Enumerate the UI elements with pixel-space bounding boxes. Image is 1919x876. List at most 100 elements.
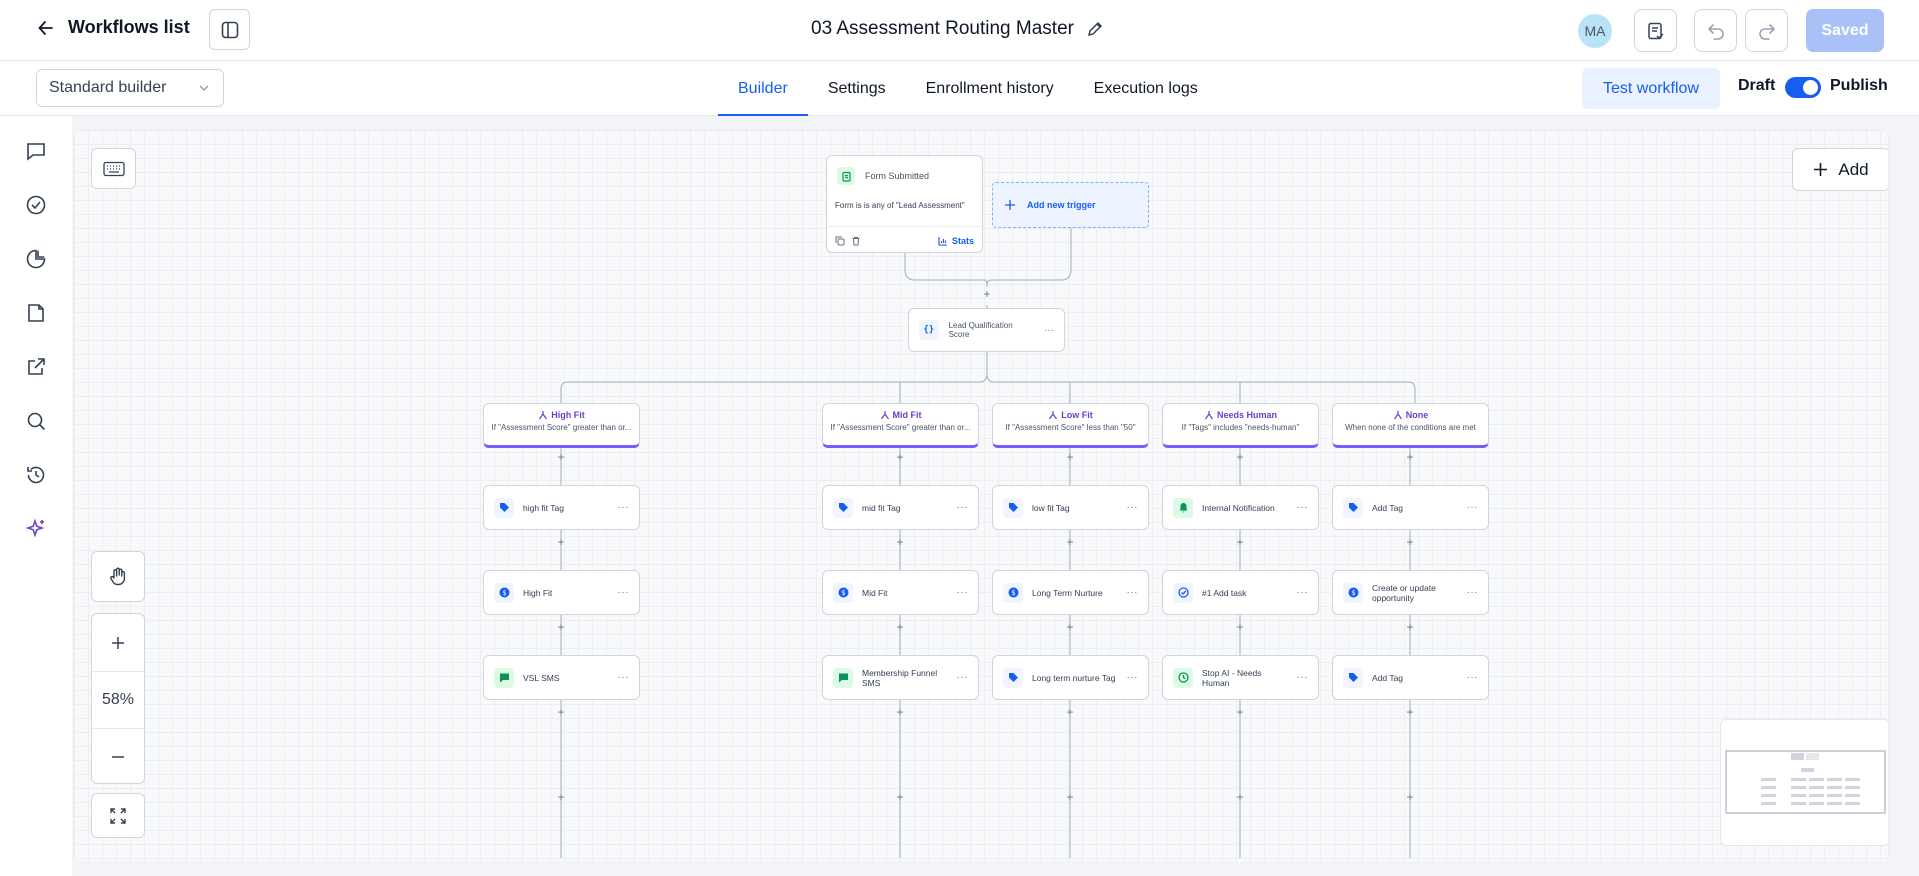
add-step-button[interactable]: + <box>555 536 567 548</box>
add-step-button[interactable]: + <box>1064 621 1076 633</box>
zoom-in-button[interactable] <box>92 614 144 671</box>
tab-enrollment-history[interactable]: Enrollment history <box>906 61 1074 116</box>
more-options-icon[interactable]: ··· <box>1127 587 1139 598</box>
add-step-button[interactable]: + <box>894 621 906 633</box>
add-step-button[interactable]: + <box>1234 621 1246 633</box>
trash-icon[interactable] <box>851 236 861 246</box>
add-step-button[interactable]: + <box>894 451 906 463</box>
undo-button[interactable] <box>1694 9 1737 52</box>
more-options-icon[interactable]: ··· <box>957 587 969 598</box>
add-node-button[interactable]: Add <box>1792 148 1888 191</box>
add-step-button[interactable]: + <box>1404 791 1416 803</box>
publish-toggle[interactable] <box>1785 77 1821 98</box>
action-node[interactable]: Stop AI - Needs Human ··· <box>1162 655 1319 700</box>
add-step-button[interactable]: + <box>1064 791 1076 803</box>
add-step-button[interactable]: + <box>894 706 906 718</box>
saved-button[interactable]: Saved <box>1806 9 1884 52</box>
add-step-button[interactable]: + <box>1064 451 1076 463</box>
add-step-button[interactable]: + <box>1404 536 1416 548</box>
more-options-icon[interactable]: ··· <box>1127 672 1139 683</box>
more-options-icon[interactable]: ··· <box>1297 672 1309 683</box>
more-options-icon[interactable]: ··· <box>1044 325 1054 336</box>
fit-view-button[interactable] <box>91 793 145 838</box>
more-options-icon[interactable]: ··· <box>618 587 630 598</box>
action-node[interactable]: VSL SMS ··· <box>483 655 640 700</box>
add-step-button[interactable]: + <box>1064 706 1076 718</box>
add-step-button[interactable]: + <box>894 791 906 803</box>
search-icon[interactable] <box>24 409 48 433</box>
back-to-workflows-link[interactable]: Workflows list <box>36 17 190 38</box>
add-step-button[interactable]: + <box>1404 621 1416 633</box>
pie-chart-icon[interactable] <box>24 247 48 271</box>
add-step-button[interactable]: + <box>1234 536 1246 548</box>
add-step-button[interactable]: + <box>894 536 906 548</box>
branch-needs-human[interactable]: Needs Human If "Tags" includes "needs-hu… <box>1162 403 1319 448</box>
more-options-icon[interactable]: ··· <box>1467 672 1479 683</box>
add-step-button[interactable]: + <box>1234 706 1246 718</box>
action-node[interactable]: high fit Tag ··· <box>483 485 640 530</box>
trigger-node-form-submitted[interactable]: Form Submitted Form is is any of "Lead A… <box>826 155 983 253</box>
copy-icon[interactable] <box>835 236 845 246</box>
workflow-tabs: Builder Settings Enrollment history Exec… <box>718 61 1218 116</box>
history-icon[interactable] <box>24 463 48 487</box>
add-step-button[interactable]: + <box>1234 791 1246 803</box>
chat-icon[interactable] <box>24 139 48 163</box>
action-node[interactable]: Long term nurture Tag ··· <box>992 655 1149 700</box>
more-options-icon[interactable]: ··· <box>957 502 969 513</box>
action-node[interactable]: $ Long Term Nurture ··· <box>992 570 1149 615</box>
keyboard-shortcuts-button[interactable] <box>91 148 136 189</box>
action-node[interactable]: Add Tag ··· <box>1332 655 1489 700</box>
action-node[interactable]: $ Create or update opportunity ··· <box>1332 570 1489 615</box>
add-step-button[interactable]: + <box>1064 536 1076 548</box>
add-step-button[interactable]: + <box>555 791 567 803</box>
tab-settings[interactable]: Settings <box>808 61 906 116</box>
more-options-icon[interactable]: ··· <box>1297 587 1309 598</box>
test-workflow-button[interactable]: Test workflow <box>1582 68 1720 109</box>
more-options-icon[interactable]: ··· <box>1467 502 1479 513</box>
add-step-button[interactable]: + <box>555 451 567 463</box>
action-node[interactable]: Membership Funnel SMS ··· <box>822 655 979 700</box>
add-new-trigger-button[interactable]: Add new trigger <box>992 182 1149 228</box>
branch-none[interactable]: None When none of the conditions are met <box>1332 403 1489 448</box>
tab-builder[interactable]: Builder <box>718 61 808 116</box>
more-options-icon[interactable]: ··· <box>1297 502 1309 513</box>
sparkle-icon[interactable] <box>24 517 48 541</box>
pan-tool-button[interactable] <box>91 551 145 602</box>
external-link-icon[interactable] <box>24 355 48 379</box>
stats-link[interactable]: Stats <box>938 236 974 246</box>
pencil-icon[interactable] <box>1086 20 1104 38</box>
more-options-icon[interactable]: ··· <box>1127 502 1139 513</box>
action-node[interactable]: Add Tag ··· <box>1332 485 1489 530</box>
minimap[interactable] <box>1720 719 1888 846</box>
action-node[interactable]: #1 Add task ··· <box>1162 570 1319 615</box>
tab-execution-logs[interactable]: Execution logs <box>1074 61 1218 116</box>
add-step-button[interactable]: + <box>555 621 567 633</box>
more-options-icon[interactable]: ··· <box>957 672 969 683</box>
action-node[interactable]: low fit Tag ··· <box>992 485 1149 530</box>
sidebar-toggle-button[interactable] <box>209 9 250 50</box>
add-step-button[interactable]: + <box>1404 451 1416 463</box>
zoom-out-button[interactable] <box>92 728 144 785</box>
document-icon[interactable] <box>24 301 48 325</box>
branch-mid-fit[interactable]: Mid Fit If "Assessment Score" greater th… <box>822 403 979 448</box>
action-node[interactable]: mid fit Tag ··· <box>822 485 979 530</box>
add-step-button[interactable]: + <box>1404 706 1416 718</box>
action-node[interactable]: $ High Fit ··· <box>483 570 640 615</box>
version-history-button[interactable] <box>1634 9 1677 52</box>
action-node[interactable]: Internal Notification ··· <box>1162 485 1319 530</box>
add-step-button[interactable]: + <box>1234 451 1246 463</box>
add-step-button[interactable]: + <box>555 706 567 718</box>
workflow-canvas[interactable]: 58% Add Form Submitted Form is is any of… <box>73 129 1889 863</box>
more-options-icon[interactable]: ··· <box>618 502 630 513</box>
avatar[interactable]: MA <box>1578 14 1612 48</box>
builder-mode-select[interactable]: Standard builder <box>36 69 224 107</box>
check-circle-icon[interactable] <box>24 193 48 217</box>
more-options-icon[interactable]: ··· <box>1467 587 1479 598</box>
action-node[interactable]: $ Mid Fit ··· <box>822 570 979 615</box>
branch-low-fit[interactable]: Low Fit If "Assessment Score" less than … <box>992 403 1149 448</box>
redo-button[interactable] <box>1745 9 1788 52</box>
branch-high-fit[interactable]: High Fit If "Assessment Score" greater t… <box>483 403 640 448</box>
code-node-lead-qualification-score[interactable]: {} Lead Qualification Score ··· <box>908 308 1065 352</box>
add-step-button[interactable]: + <box>981 288 993 300</box>
more-options-icon[interactable]: ··· <box>618 672 630 683</box>
